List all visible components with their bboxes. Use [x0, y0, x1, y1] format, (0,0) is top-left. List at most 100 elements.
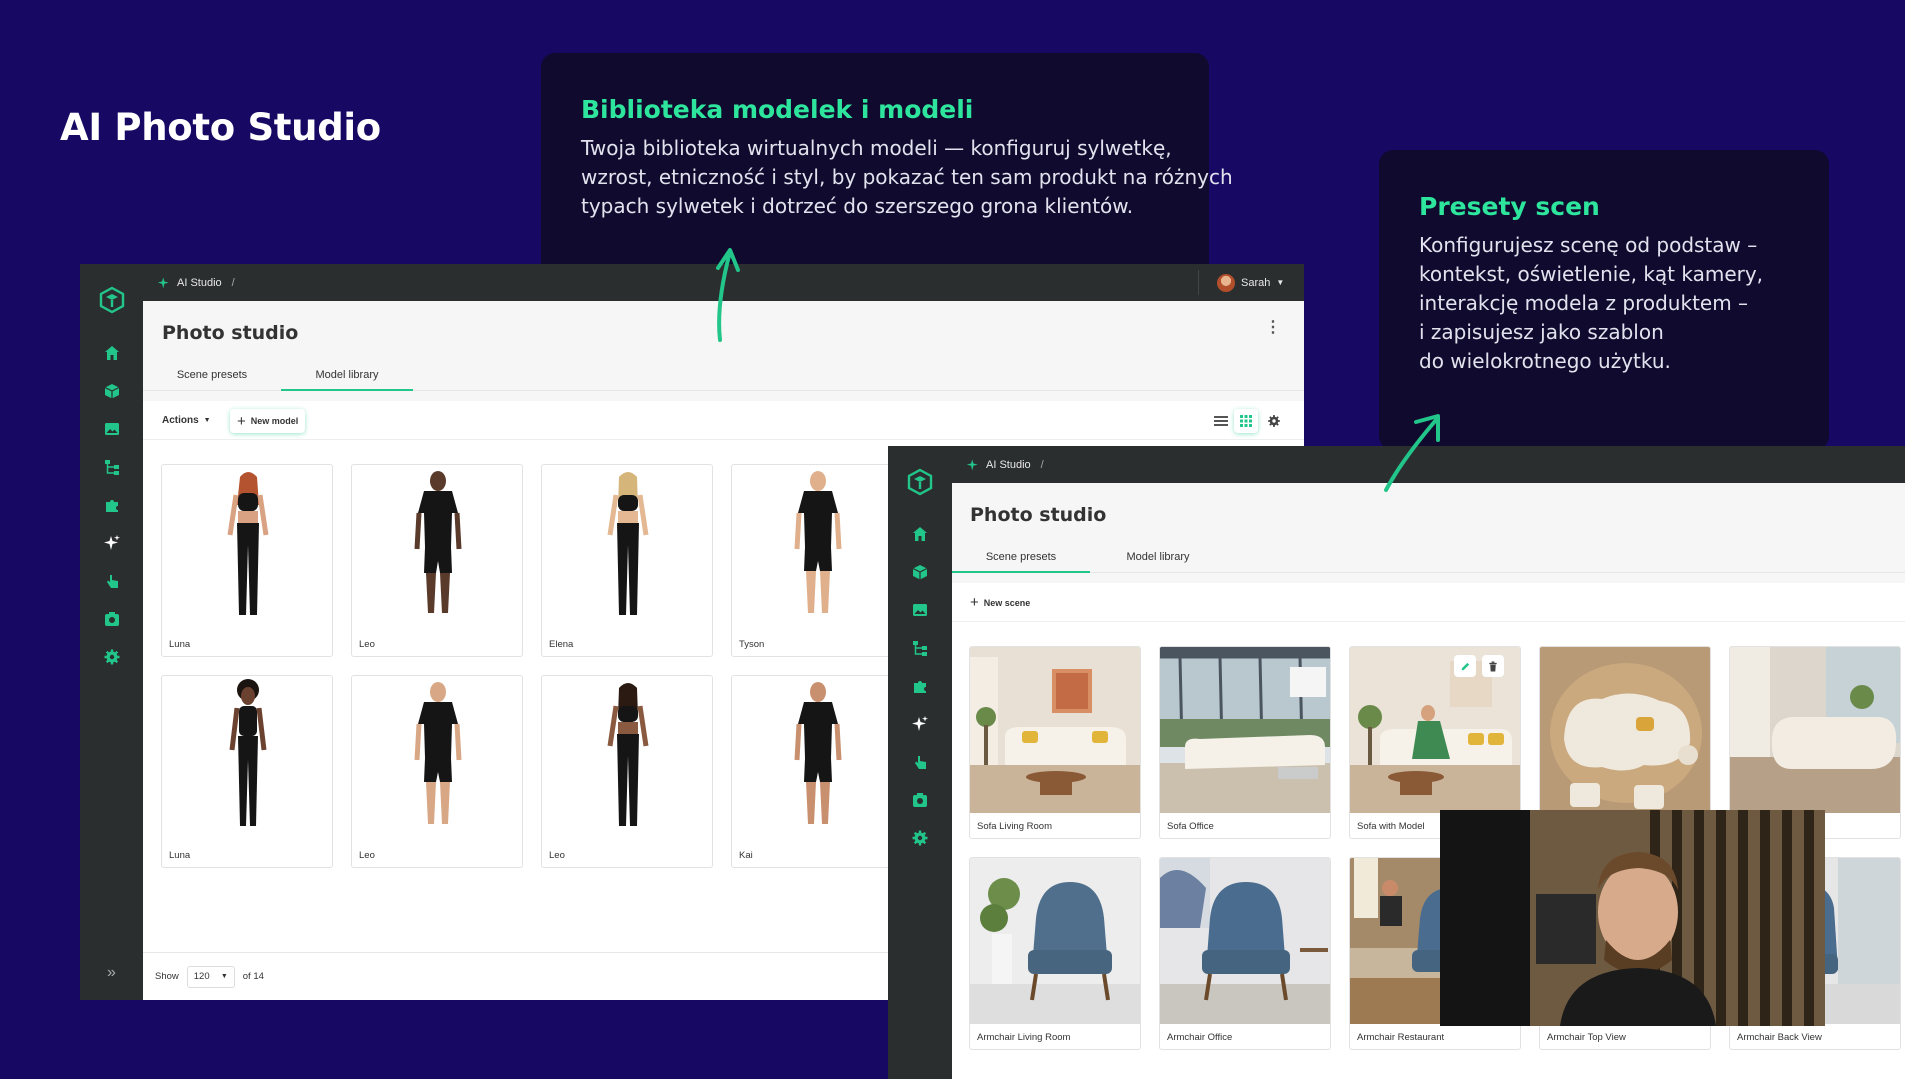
scene-photo	[970, 858, 1140, 1024]
image-icon[interactable]	[911, 601, 929, 619]
touch-icon[interactable]	[103, 572, 121, 590]
scene-photo	[1730, 647, 1900, 813]
scene-name: Sofa Office	[1167, 821, 1214, 832]
scene-name: Sofa Living Room	[977, 821, 1052, 832]
model-photo	[607, 472, 649, 615]
callout-line: Konfigurujesz scenę od podstaw –	[1419, 233, 1758, 257]
model-card[interactable]: Elena	[541, 464, 713, 657]
tree-icon[interactable]	[911, 639, 929, 657]
home-icon[interactable]	[911, 525, 929, 543]
model-card[interactable]: Luna	[161, 675, 333, 868]
webcam-overlay	[1440, 810, 1825, 1026]
new-scene-button[interactable]: + New scene	[970, 594, 1030, 611]
model-photo	[607, 683, 649, 826]
more-options-icon[interactable]: ⋮	[1265, 320, 1281, 336]
callout-scene-presets: Presety scen Konfigurujesz scenę od pods…	[1379, 150, 1829, 450]
show-label: Show	[155, 971, 179, 982]
arrow-icon	[1384, 414, 1440, 492]
callout-model-library: Biblioteka modelek i modeli Twoja biblio…	[541, 53, 1233, 283]
tab-scene-presets[interactable]: Scene presets	[952, 541, 1090, 573]
breadcrumb-separator: /	[1040, 458, 1044, 471]
actions-dropdown[interactable]: Actions ▼	[162, 415, 211, 426]
scene-name: Armchair Restaurant	[1357, 1032, 1445, 1043]
callout-line: wzrost, etniczność i styl, by pokazać te…	[581, 165, 1233, 189]
new-scene-label: New scene	[983, 597, 1031, 608]
scene-name: Armchair Office	[1167, 1032, 1233, 1043]
gear-icon[interactable]	[1267, 414, 1281, 428]
scene-card[interactable]: Armchair Office	[1159, 857, 1331, 1050]
avatar	[1217, 273, 1235, 292]
model-photo	[414, 682, 462, 824]
tree-icon[interactable]	[103, 458, 121, 476]
scene-name: Armchair Living Room	[977, 1032, 1071, 1043]
scene-card[interactable]: Sofa Living Room	[969, 646, 1141, 839]
gear-icon[interactable]	[911, 829, 929, 847]
sparkle-icon[interactable]	[103, 534, 121, 552]
scene-card[interactable]: Sofa Office	[1159, 646, 1331, 839]
tab-model-library[interactable]: Model library	[281, 359, 413, 391]
list-view-icon[interactable]	[1214, 416, 1228, 426]
model-card[interactable]: Luna	[161, 464, 333, 657]
logo-icon	[907, 468, 933, 496]
delete-button[interactable]	[1482, 655, 1504, 677]
callout-title: Presety scen	[1419, 192, 1600, 221]
scene-name: Armchair Top View	[1547, 1032, 1626, 1043]
model-card[interactable]: Tyson	[731, 464, 903, 657]
puzzle-icon[interactable]	[911, 677, 929, 695]
scene-card[interactable]: Armchair Living Room	[969, 857, 1141, 1050]
breadcrumb-separator: /	[231, 276, 235, 289]
sparkle-icon	[157, 277, 169, 288]
scene-name: Sofa with Model	[1357, 821, 1425, 832]
sparkle-icon[interactable]	[911, 715, 929, 733]
model-photo	[414, 471, 462, 613]
model-name: Tyson	[739, 639, 765, 650]
trash-icon	[1489, 660, 1497, 672]
new-model-button[interactable]: + New model	[230, 409, 306, 433]
grid-view-icon[interactable]	[1234, 409, 1258, 433]
breadcrumb[interactable]: AI Studio	[986, 459, 1031, 471]
plus-icon: +	[237, 412, 246, 430]
breadcrumb[interactable]: AI Studio	[177, 277, 222, 289]
gear-icon[interactable]	[103, 648, 121, 666]
chevron-down-icon: ▼	[203, 417, 211, 424]
callout-line: do wielokrotnego użytku.	[1419, 349, 1671, 373]
page-title: Photo studio	[162, 322, 299, 344]
model-photo	[227, 472, 269, 615]
callout-line: i zapisujesz jako szablon	[1419, 320, 1664, 344]
actions-label: Actions	[162, 415, 199, 426]
tab-model-library[interactable]: Model library	[1090, 541, 1226, 572]
arrow-icon	[716, 248, 740, 342]
home-icon[interactable]	[103, 344, 121, 362]
model-name: Leo	[359, 639, 375, 650]
model-card[interactable]: Leo	[351, 675, 523, 868]
per-page-select[interactable]: 120 ▼	[186, 965, 235, 988]
puzzle-icon[interactable]	[103, 496, 121, 514]
chevron-down-icon: ▼	[1276, 278, 1285, 287]
logo-icon	[99, 286, 124, 314]
edit-button[interactable]	[1454, 655, 1476, 677]
presenter-video	[1440, 810, 1825, 1026]
plus-icon: +	[970, 594, 979, 611]
scene-photo	[1160, 647, 1330, 813]
divider	[1198, 270, 1199, 295]
model-photo	[229, 679, 267, 826]
tab-scene-presets[interactable]: Scene presets	[143, 359, 281, 390]
image-icon[interactable]	[103, 420, 121, 438]
touch-icon[interactable]	[911, 753, 929, 771]
model-name: Elena	[549, 639, 574, 650]
pencil-icon	[1461, 662, 1469, 670]
camera-box-icon[interactable]	[103, 610, 121, 628]
expand-sidebar-icon[interactable]: »	[80, 964, 143, 982]
model-photo	[794, 471, 842, 613]
box-icon[interactable]	[911, 563, 929, 581]
model-card[interactable]: Leo	[541, 675, 713, 868]
callout-body: Konfigurujesz scenę od podstaw – konteks…	[1419, 231, 1789, 376]
new-model-label: New model	[250, 416, 299, 426]
model-card[interactable]: Kai	[731, 675, 903, 868]
scene-photo	[970, 647, 1140, 813]
camera-box-icon[interactable]	[911, 791, 929, 809]
user-menu[interactable]: Sarah ▼	[1217, 271, 1284, 294]
box-icon[interactable]	[103, 382, 121, 400]
model-card[interactable]: Leo	[351, 464, 523, 657]
user-name: Sarah	[1241, 276, 1271, 289]
